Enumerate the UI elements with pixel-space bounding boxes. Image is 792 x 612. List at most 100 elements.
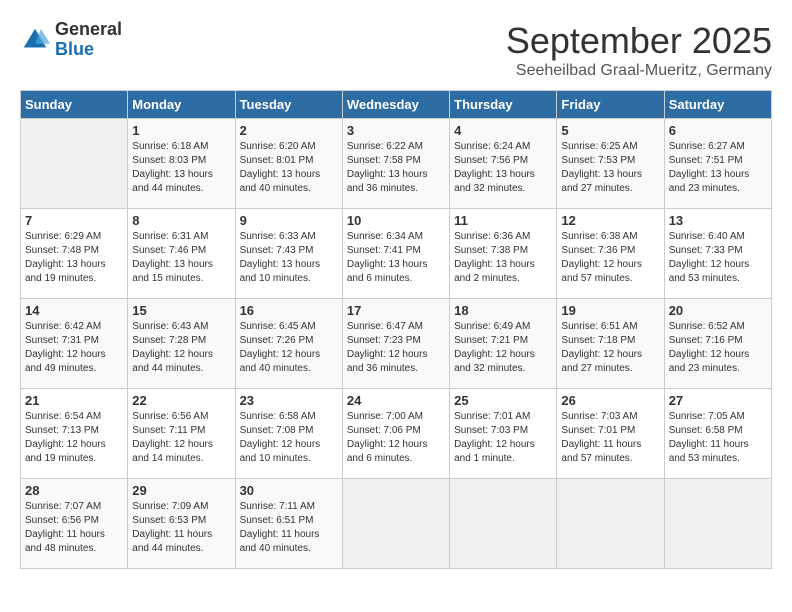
sunset-label: Sunset: 7:21 PM: [454, 335, 528, 346]
day-info: Sunrise: 6:25 AM Sunset: 7:53 PM Dayligh…: [561, 140, 659, 196]
day-info: Sunrise: 6:45 AM Sunset: 7:26 PM Dayligh…: [240, 320, 338, 376]
sunrise-label: Sunrise: 6:20 AM: [240, 141, 316, 152]
sunrise-label: Sunrise: 6:40 AM: [669, 231, 745, 242]
calendar-day-cell: 27 Sunrise: 7:05 AM Sunset: 6:58 PM Dayl…: [664, 389, 771, 479]
daylight-label: Daylight: 13 hours and 32 minutes.: [454, 169, 535, 194]
sunrise-label: Sunrise: 7:11 AM: [240, 501, 315, 512]
sunset-label: Sunset: 7:13 PM: [25, 425, 99, 436]
sunset-label: Sunset: 7:51 PM: [669, 155, 743, 166]
sunset-label: Sunset: 7:38 PM: [454, 245, 528, 256]
day-info: Sunrise: 6:54 AM Sunset: 7:13 PM Dayligh…: [25, 410, 123, 466]
daylight-label: Daylight: 12 hours and 27 minutes.: [561, 349, 642, 374]
calendar-day-cell: 28 Sunrise: 7:07 AM Sunset: 6:56 PM Dayl…: [21, 479, 128, 569]
weekday-header-tuesday: Tuesday: [235, 91, 342, 119]
day-info: Sunrise: 6:36 AM Sunset: 7:38 PM Dayligh…: [454, 230, 552, 286]
sunset-label: Sunset: 7:56 PM: [454, 155, 528, 166]
day-number: 4: [454, 123, 552, 138]
calendar-day-cell: 17 Sunrise: 6:47 AM Sunset: 7:23 PM Dayl…: [342, 299, 449, 389]
sunset-label: Sunset: 7:53 PM: [561, 155, 635, 166]
weekday-header-friday: Friday: [557, 91, 664, 119]
calendar-day-cell: 3 Sunrise: 6:22 AM Sunset: 7:58 PM Dayli…: [342, 119, 449, 209]
daylight-label: Daylight: 13 hours and 10 minutes.: [240, 259, 321, 284]
title-block: September 2025 Seeheilbad Graal-Mueritz,…: [506, 20, 772, 80]
day-number: 24: [347, 393, 445, 408]
sunset-label: Sunset: 7:41 PM: [347, 245, 421, 256]
calendar-day-cell: 20 Sunrise: 6:52 AM Sunset: 7:16 PM Dayl…: [664, 299, 771, 389]
day-number: 3: [347, 123, 445, 138]
sunset-label: Sunset: 7:33 PM: [669, 245, 743, 256]
daylight-label: Daylight: 13 hours and 6 minutes.: [347, 259, 428, 284]
sunrise-label: Sunrise: 6:49 AM: [454, 321, 530, 332]
logo: General Blue: [20, 20, 122, 60]
sunrise-label: Sunrise: 6:22 AM: [347, 141, 423, 152]
calendar-week-row: 28 Sunrise: 7:07 AM Sunset: 6:56 PM Dayl…: [21, 479, 772, 569]
day-info: Sunrise: 6:40 AM Sunset: 7:33 PM Dayligh…: [669, 230, 767, 286]
day-info: Sunrise: 6:58 AM Sunset: 7:08 PM Dayligh…: [240, 410, 338, 466]
calendar-day-cell: 26 Sunrise: 7:03 AM Sunset: 7:01 PM Dayl…: [557, 389, 664, 479]
calendar-day-cell: 23 Sunrise: 6:58 AM Sunset: 7:08 PM Dayl…: [235, 389, 342, 479]
day-info: Sunrise: 7:09 AM Sunset: 6:53 PM Dayligh…: [132, 500, 230, 556]
daylight-label: Daylight: 12 hours and 44 minutes.: [132, 349, 213, 374]
calendar-day-cell: 6 Sunrise: 6:27 AM Sunset: 7:51 PM Dayli…: [664, 119, 771, 209]
day-number: 21: [25, 393, 123, 408]
day-number: 13: [669, 213, 767, 228]
weekday-header-monday: Monday: [128, 91, 235, 119]
calendar-day-cell: 7 Sunrise: 6:29 AM Sunset: 7:48 PM Dayli…: [21, 209, 128, 299]
sunset-label: Sunset: 7:31 PM: [25, 335, 99, 346]
daylight-label: Daylight: 11 hours and 57 minutes.: [561, 439, 641, 464]
logo-icon: [20, 25, 50, 55]
daylight-label: Daylight: 11 hours and 44 minutes.: [132, 529, 212, 554]
daylight-label: Daylight: 13 hours and 27 minutes.: [561, 169, 642, 194]
sunrise-label: Sunrise: 6:56 AM: [132, 411, 208, 422]
calendar-day-cell: [450, 479, 557, 569]
day-number: 12: [561, 213, 659, 228]
daylight-label: Daylight: 13 hours and 19 minutes.: [25, 259, 106, 284]
daylight-label: Daylight: 12 hours and 49 minutes.: [25, 349, 106, 374]
sunset-label: Sunset: 7:26 PM: [240, 335, 314, 346]
calendar-day-cell: 8 Sunrise: 6:31 AM Sunset: 7:46 PM Dayli…: [128, 209, 235, 299]
calendar-week-row: 21 Sunrise: 6:54 AM Sunset: 7:13 PM Dayl…: [21, 389, 772, 479]
day-number: 23: [240, 393, 338, 408]
day-info: Sunrise: 6:52 AM Sunset: 7:16 PM Dayligh…: [669, 320, 767, 376]
sunset-label: Sunset: 7:06 PM: [347, 425, 421, 436]
calendar-day-cell: [664, 479, 771, 569]
daylight-label: Daylight: 12 hours and 57 minutes.: [561, 259, 642, 284]
day-number: 14: [25, 303, 123, 318]
daylight-label: Daylight: 12 hours and 53 minutes.: [669, 259, 750, 284]
day-number: 8: [132, 213, 230, 228]
day-number: 2: [240, 123, 338, 138]
sunrise-label: Sunrise: 6:33 AM: [240, 231, 316, 242]
calendar-day-cell: 1 Sunrise: 6:18 AM Sunset: 8:03 PM Dayli…: [128, 119, 235, 209]
sunset-label: Sunset: 7:36 PM: [561, 245, 635, 256]
day-info: Sunrise: 6:49 AM Sunset: 7:21 PM Dayligh…: [454, 320, 552, 376]
daylight-label: Daylight: 13 hours and 23 minutes.: [669, 169, 750, 194]
calendar-day-cell: [21, 119, 128, 209]
calendar-day-cell: 21 Sunrise: 6:54 AM Sunset: 7:13 PM Dayl…: [21, 389, 128, 479]
sunrise-label: Sunrise: 6:25 AM: [561, 141, 637, 152]
sunrise-label: Sunrise: 6:43 AM: [132, 321, 208, 332]
day-number: 7: [25, 213, 123, 228]
month-title: September 2025: [506, 20, 772, 62]
calendar-week-row: 1 Sunrise: 6:18 AM Sunset: 8:03 PM Dayli…: [21, 119, 772, 209]
sunrise-label: Sunrise: 6:51 AM: [561, 321, 637, 332]
sunrise-label: Sunrise: 7:05 AM: [669, 411, 745, 422]
day-info: Sunrise: 6:47 AM Sunset: 7:23 PM Dayligh…: [347, 320, 445, 376]
day-number: 15: [132, 303, 230, 318]
sunrise-label: Sunrise: 6:54 AM: [25, 411, 101, 422]
sunset-label: Sunset: 7:01 PM: [561, 425, 635, 436]
daylight-label: Daylight: 12 hours and 10 minutes.: [240, 439, 321, 464]
sunset-label: Sunset: 7:03 PM: [454, 425, 528, 436]
day-number: 26: [561, 393, 659, 408]
day-number: 25: [454, 393, 552, 408]
calendar-week-row: 14 Sunrise: 6:42 AM Sunset: 7:31 PM Dayl…: [21, 299, 772, 389]
calendar-day-cell: [557, 479, 664, 569]
sunset-label: Sunset: 8:03 PM: [132, 155, 206, 166]
sunrise-label: Sunrise: 7:07 AM: [25, 501, 101, 512]
sunset-label: Sunset: 7:23 PM: [347, 335, 421, 346]
calendar-day-cell: 19 Sunrise: 6:51 AM Sunset: 7:18 PM Dayl…: [557, 299, 664, 389]
calendar-day-cell: [342, 479, 449, 569]
sunset-label: Sunset: 7:58 PM: [347, 155, 421, 166]
daylight-label: Daylight: 13 hours and 15 minutes.: [132, 259, 213, 284]
sunrise-label: Sunrise: 6:47 AM: [347, 321, 423, 332]
calendar-day-cell: 22 Sunrise: 6:56 AM Sunset: 7:11 PM Dayl…: [128, 389, 235, 479]
